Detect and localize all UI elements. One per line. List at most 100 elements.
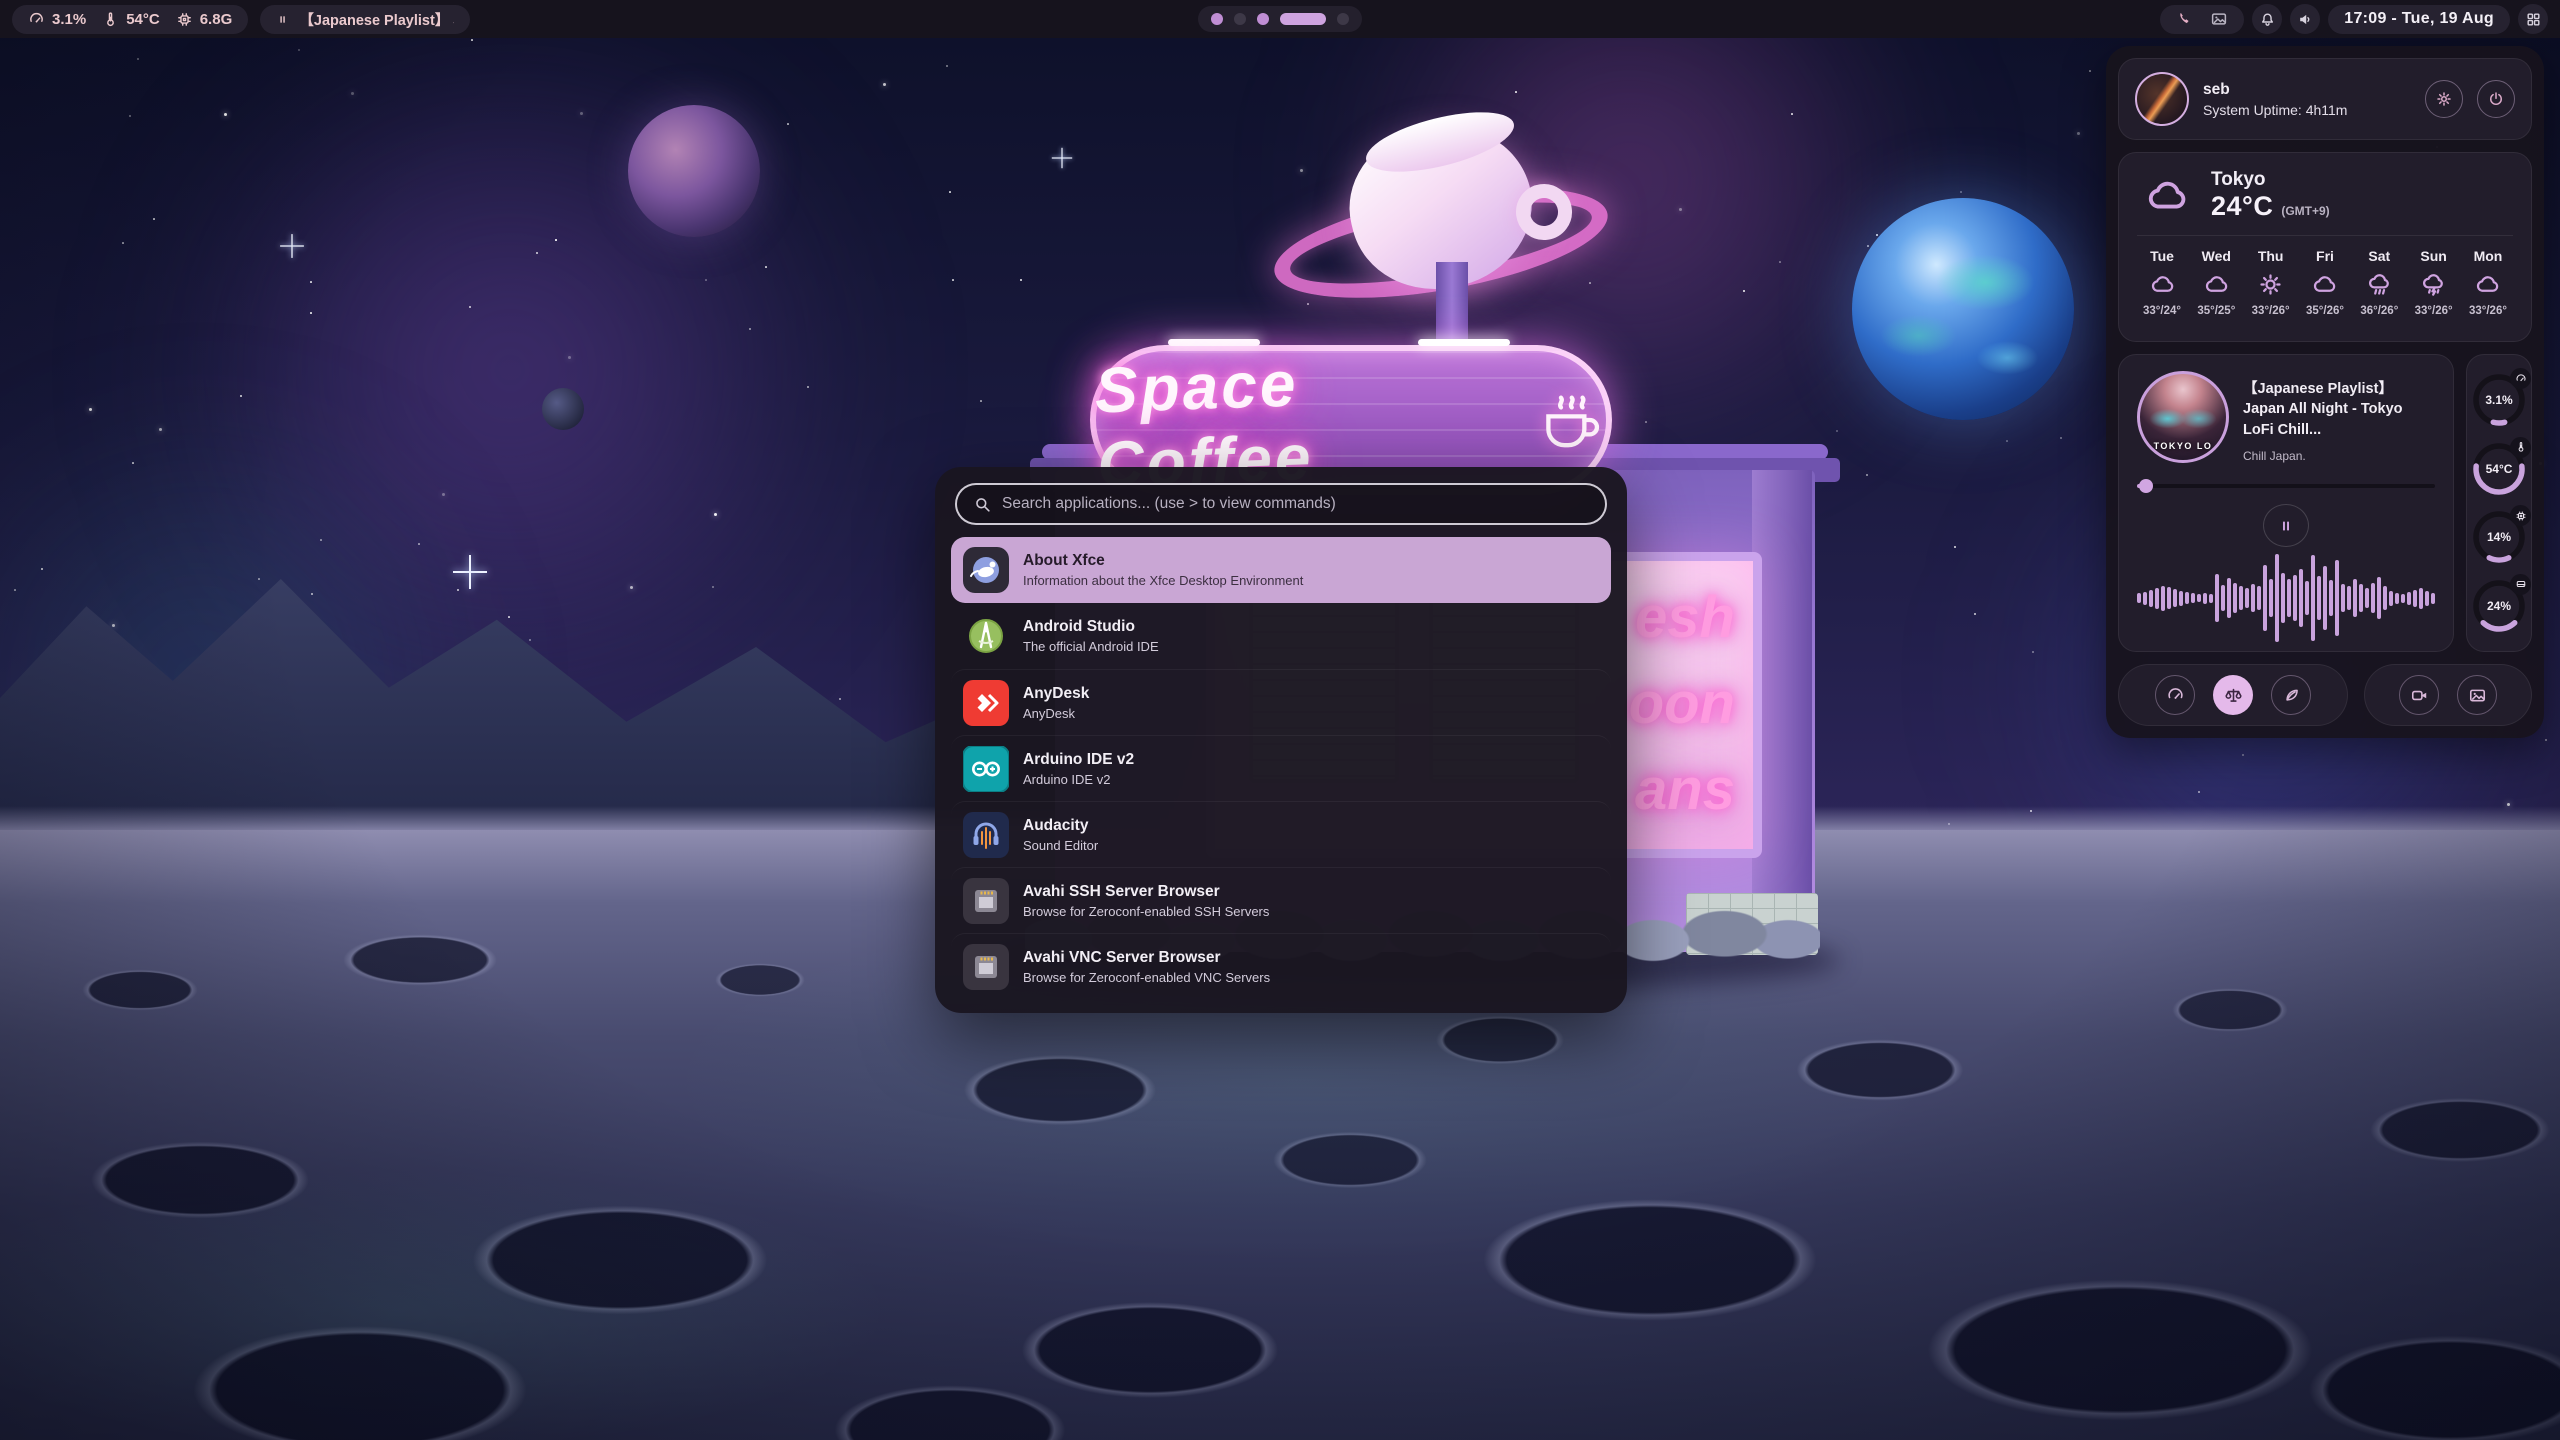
- weather-timezone: (GMT+9): [2281, 204, 2329, 218]
- forecast-day-label: Sat: [2368, 248, 2390, 264]
- gauge-gauge: 3.1%: [2470, 371, 2528, 429]
- visualizer-bar: [2425, 591, 2429, 606]
- clock[interactable]: 17:09 - Tue, 19 Aug: [2328, 5, 2510, 34]
- volume-button[interactable]: [2290, 4, 2320, 34]
- workspace-dot-active[interactable]: [1280, 13, 1326, 25]
- track-title: 【Japanese Playlist】 Japan All Night - To…: [2243, 379, 2435, 440]
- memory-stat: 6.8G: [176, 11, 233, 28]
- app-subtitle: Arduino IDE v2: [1023, 772, 1134, 787]
- chip-gauge: 14%: [2470, 508, 2528, 566]
- memory-value: 6.8G: [200, 11, 233, 28]
- media-player-card: TOKYO LO 【Japanese Playlist】 Japan All N…: [2118, 354, 2454, 652]
- cpu-stat: 3.1%: [28, 11, 86, 28]
- launcher-item[interactable]: Avahi VNC Server Browser Browse for Zeroc…: [951, 933, 1611, 999]
- now-playing-label: 【Japanese Playlist】 J…: [299, 9, 454, 30]
- leaf-icon: [2282, 686, 2301, 705]
- launcher-item[interactable]: AnyDeskAnyDesk: [951, 669, 1611, 735]
- search-input[interactable]: [1002, 495, 1589, 513]
- divider: [2137, 235, 2513, 236]
- visualizer-bar: [2239, 586, 2243, 610]
- system-gauges-card: 3.1%54°C14%24%: [2466, 354, 2532, 652]
- toggle-leaf-button[interactable]: [2271, 675, 2311, 715]
- cloud-icon: [2137, 173, 2197, 219]
- quick-toggles-card: [2118, 664, 2348, 726]
- desktop: eshoonans Space Coffee 3.1% 5: [0, 0, 2560, 1440]
- launcher-item[interactable]: Android StudioThe official Android IDE: [951, 603, 1611, 669]
- pause-icon: [276, 12, 289, 27]
- now-playing-pill[interactable]: 【Japanese Playlist】 J…: [260, 5, 470, 34]
- forecast-day-label: Thu: [2258, 248, 2284, 264]
- album-art: TOKYO LO: [2137, 371, 2229, 463]
- visualizer-bar: [2347, 586, 2351, 610]
- forecast-day: Wed35°/25°: [2191, 248, 2241, 317]
- notifications-button[interactable]: [2252, 4, 2282, 34]
- visualizer-bar: [2257, 586, 2261, 610]
- visualizer-bar: [2143, 592, 2147, 605]
- visualizer-bar: [2323, 566, 2327, 630]
- anydesk-app-icon: [963, 680, 1009, 726]
- capture-camera-button[interactable]: [2399, 675, 2439, 715]
- search-box[interactable]: [955, 483, 1607, 525]
- visualizer-bar: [2383, 586, 2387, 610]
- pause-button[interactable]: [2263, 504, 2309, 547]
- workspace-dot-empty[interactable]: [1337, 13, 1349, 25]
- visualizer-bar: [2293, 575, 2297, 621]
- visualizer-bar: [2275, 554, 2279, 642]
- visualizer-bar: [2215, 574, 2219, 622]
- visualizer-bar: [2191, 593, 2195, 603]
- forecast-temps: 33°/26°: [2415, 305, 2453, 317]
- image-icon[interactable]: [2210, 10, 2228, 28]
- weather-storm-icon: [2420, 271, 2447, 298]
- scales-icon: [2224, 686, 2243, 705]
- toggle-scales-button[interactable]: [2213, 675, 2253, 715]
- workspace-dot-empty[interactable]: [1234, 13, 1246, 25]
- workspace-dot-occupied[interactable]: [1211, 13, 1223, 25]
- xfce-app-icon: [963, 547, 1009, 593]
- album-art-caption: TOKYO LO: [2140, 441, 2226, 451]
- app-list: About XfceInformation about the Xfce Des…: [951, 537, 1611, 999]
- app-subtitle: Browse for Zeroconf-enabled VNC Servers: [1023, 970, 1270, 985]
- launcher-item[interactable]: Avahi SSH Server BrowserBrowse for Zeroc…: [951, 867, 1611, 933]
- user-card: seb System Uptime: 4h11m: [2118, 58, 2532, 140]
- visualizer-bar: [2353, 579, 2357, 617]
- phone-icon[interactable]: [2176, 10, 2194, 28]
- app-subtitle: Browse for Zeroconf-enabled SSH Servers: [1023, 904, 1269, 919]
- progress-track: [2137, 484, 2435, 488]
- settings-button[interactable]: [2425, 80, 2463, 118]
- overview-button[interactable]: [2518, 4, 2548, 34]
- power-button[interactable]: [2477, 80, 2515, 118]
- visualizer-bar: [2365, 588, 2369, 608]
- disk-icon: [2510, 574, 2531, 595]
- app-title: About Xfce: [1023, 552, 1303, 570]
- app-title: Android Studio: [1023, 618, 1159, 636]
- workspace-dot-occupied[interactable]: [1257, 13, 1269, 25]
- camera-icon: [2410, 686, 2429, 705]
- visualizer-bar: [2431, 593, 2435, 604]
- android-studio-app-icon: [963, 613, 1009, 659]
- capture-image-button[interactable]: [2457, 675, 2497, 715]
- launcher-item[interactable]: About XfceInformation about the Xfce Des…: [951, 537, 1611, 603]
- visualizer-bar: [2329, 580, 2333, 616]
- thermometer-gauge: 54°C: [2470, 440, 2528, 498]
- toggle-gauge-button[interactable]: [2155, 675, 2195, 715]
- visualizer-bar: [2263, 565, 2267, 631]
- forecast-day: Mon33°/26°: [2463, 248, 2513, 317]
- visualizer-bar: [2311, 555, 2315, 641]
- visualizer-bar: [2395, 593, 2399, 604]
- forecast-day: Sun33°/26°: [2409, 248, 2459, 317]
- visualizer-bar: [2317, 576, 2321, 620]
- visualizer-bar: [2287, 579, 2291, 617]
- launcher-item[interactable]: Arduino IDE v2Arduino IDE v2: [951, 735, 1611, 801]
- visualizer-bar: [2233, 583, 2237, 613]
- visualizer-bar: [2245, 588, 2249, 608]
- app-title: Avahi VNC Server Browser: [1023, 949, 1270, 967]
- forecast-day-label: Wed: [2202, 248, 2231, 264]
- progress-knob[interactable]: [2139, 479, 2153, 493]
- progress-slider[interactable]: [2137, 479, 2435, 492]
- weather-temp: 24°C: [2211, 191, 2273, 222]
- launcher-item[interactable]: AudacitySound Editor: [951, 801, 1611, 867]
- audio-visualizer: [2137, 555, 2435, 641]
- arduino-app-icon: [963, 746, 1009, 792]
- app-subtitle: Sound Editor: [1023, 838, 1098, 853]
- sign-pole: [1436, 262, 1468, 348]
